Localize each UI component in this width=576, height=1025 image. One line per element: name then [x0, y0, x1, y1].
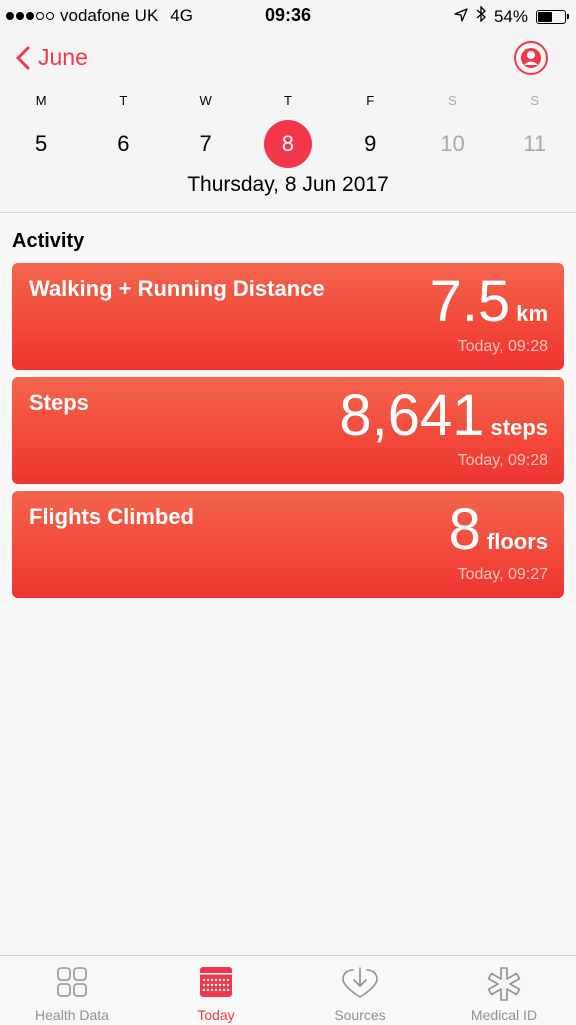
weekday-letter: S	[448, 93, 457, 108]
day-number[interactable]: 5	[17, 120, 65, 168]
weekday-letter: W	[199, 93, 212, 108]
tab-bar: Health Data Today Sources Medical ID	[0, 955, 576, 1025]
activity-card[interactable]: Walking + Running Distance 7.5 km Today, 09…	[12, 263, 564, 370]
section-title-activity: Activity	[12, 230, 85, 252]
battery-fill	[538, 11, 552, 22]
battery-percent: 54%	[493, 6, 528, 26]
card-title: Walking + Running Distance	[29, 276, 325, 301]
selected-day-number[interactable]: 8	[263, 120, 312, 168]
status-right: 54%	[454, 5, 569, 27]
weekday-letter: T	[119, 93, 128, 108]
activity-card[interactable]: Steps 8,641 steps Today, 09:28	[12, 377, 564, 484]
day-number[interactable]: 11	[511, 120, 559, 168]
card-value: 8 floors	[449, 499, 548, 561]
tab-label: Medical ID	[470, 1007, 538, 1023]
card-title: Flights Climbed	[29, 504, 194, 529]
card-timestamp: Today, 09:28	[457, 452, 548, 469]
card-number: 8,641	[339, 383, 485, 448]
day-column[interactable]: W7	[165, 92, 247, 168]
weekday-letter: S	[530, 93, 540, 108]
back-button-label: June	[38, 44, 88, 70]
battery-icon	[536, 9, 569, 24]
tab-label: Health Data	[35, 1007, 109, 1023]
tab-label: Sources	[334, 1007, 386, 1023]
selected-date-label: Thursday, 8 Jun 2017	[187, 173, 389, 196]
card-title: Steps	[29, 390, 89, 415]
heart-download-icon	[341, 966, 379, 1005]
day-column[interactable]: F9	[329, 92, 411, 168]
grid-icon	[56, 966, 88, 1003]
card-unit: steps	[490, 415, 548, 440]
day-number[interactable]: 7	[182, 120, 230, 168]
back-button[interactable]: June	[16, 44, 88, 71]
day-column[interactable]: S 11	[494, 92, 576, 168]
weekday-letter: F	[366, 93, 375, 108]
asterisk-icon	[486, 966, 522, 1007]
tab-today[interactable]: Today	[144, 956, 288, 1025]
chevron-left-icon	[16, 46, 30, 69]
tab-sources[interactable]: Sources	[288, 956, 432, 1025]
card-value: 8,641 steps	[339, 385, 548, 447]
person-icon	[521, 48, 541, 68]
bluetooth-icon	[476, 5, 486, 27]
card-number: 7.5	[429, 269, 511, 334]
tab-label: Today	[197, 1007, 235, 1023]
card-unit: km	[516, 301, 548, 326]
tab-medical-id[interactable]: Medical ID	[432, 956, 576, 1025]
weekday-letter: M	[35, 93, 47, 108]
calendar-header: June M 5 T 6 W 7 T 8 F 9 S 10 S 11 Thursday, 8 Jun 20…	[0, 32, 576, 213]
week-strip: M 5 T 6 W 7 T 8 F 9 S 10 S 11	[0, 92, 576, 168]
card-number: 8	[448, 497, 481, 562]
day-number[interactable]: 6	[99, 120, 147, 168]
card-timestamp: Today, 09:27	[457, 566, 548, 583]
day-column[interactable]: S 10	[411, 92, 493, 168]
weekday-letter: T	[283, 93, 292, 108]
activity-card[interactable]: Flights Climbed 8 floors Today, 09:27	[12, 491, 564, 598]
day-column[interactable]: M5	[0, 92, 82, 168]
card-unit: floors	[486, 529, 548, 554]
location-arrow-icon	[454, 7, 468, 27]
profile-button[interactable]	[514, 41, 548, 75]
status-bar: vodafone UK 4G 09:36 54%	[0, 0, 576, 32]
day-column[interactable]: T6	[82, 92, 164, 168]
day-column[interactable]: T8	[247, 92, 329, 168]
day-number[interactable]: 9	[346, 120, 394, 168]
day-number[interactable]: 10	[428, 120, 476, 168]
card-timestamp: Today, 09:28	[457, 338, 548, 355]
card-value: 7.5 km	[430, 271, 548, 333]
tab-health-data[interactable]: Health Data	[0, 956, 144, 1025]
calendar-icon	[199, 966, 233, 1003]
